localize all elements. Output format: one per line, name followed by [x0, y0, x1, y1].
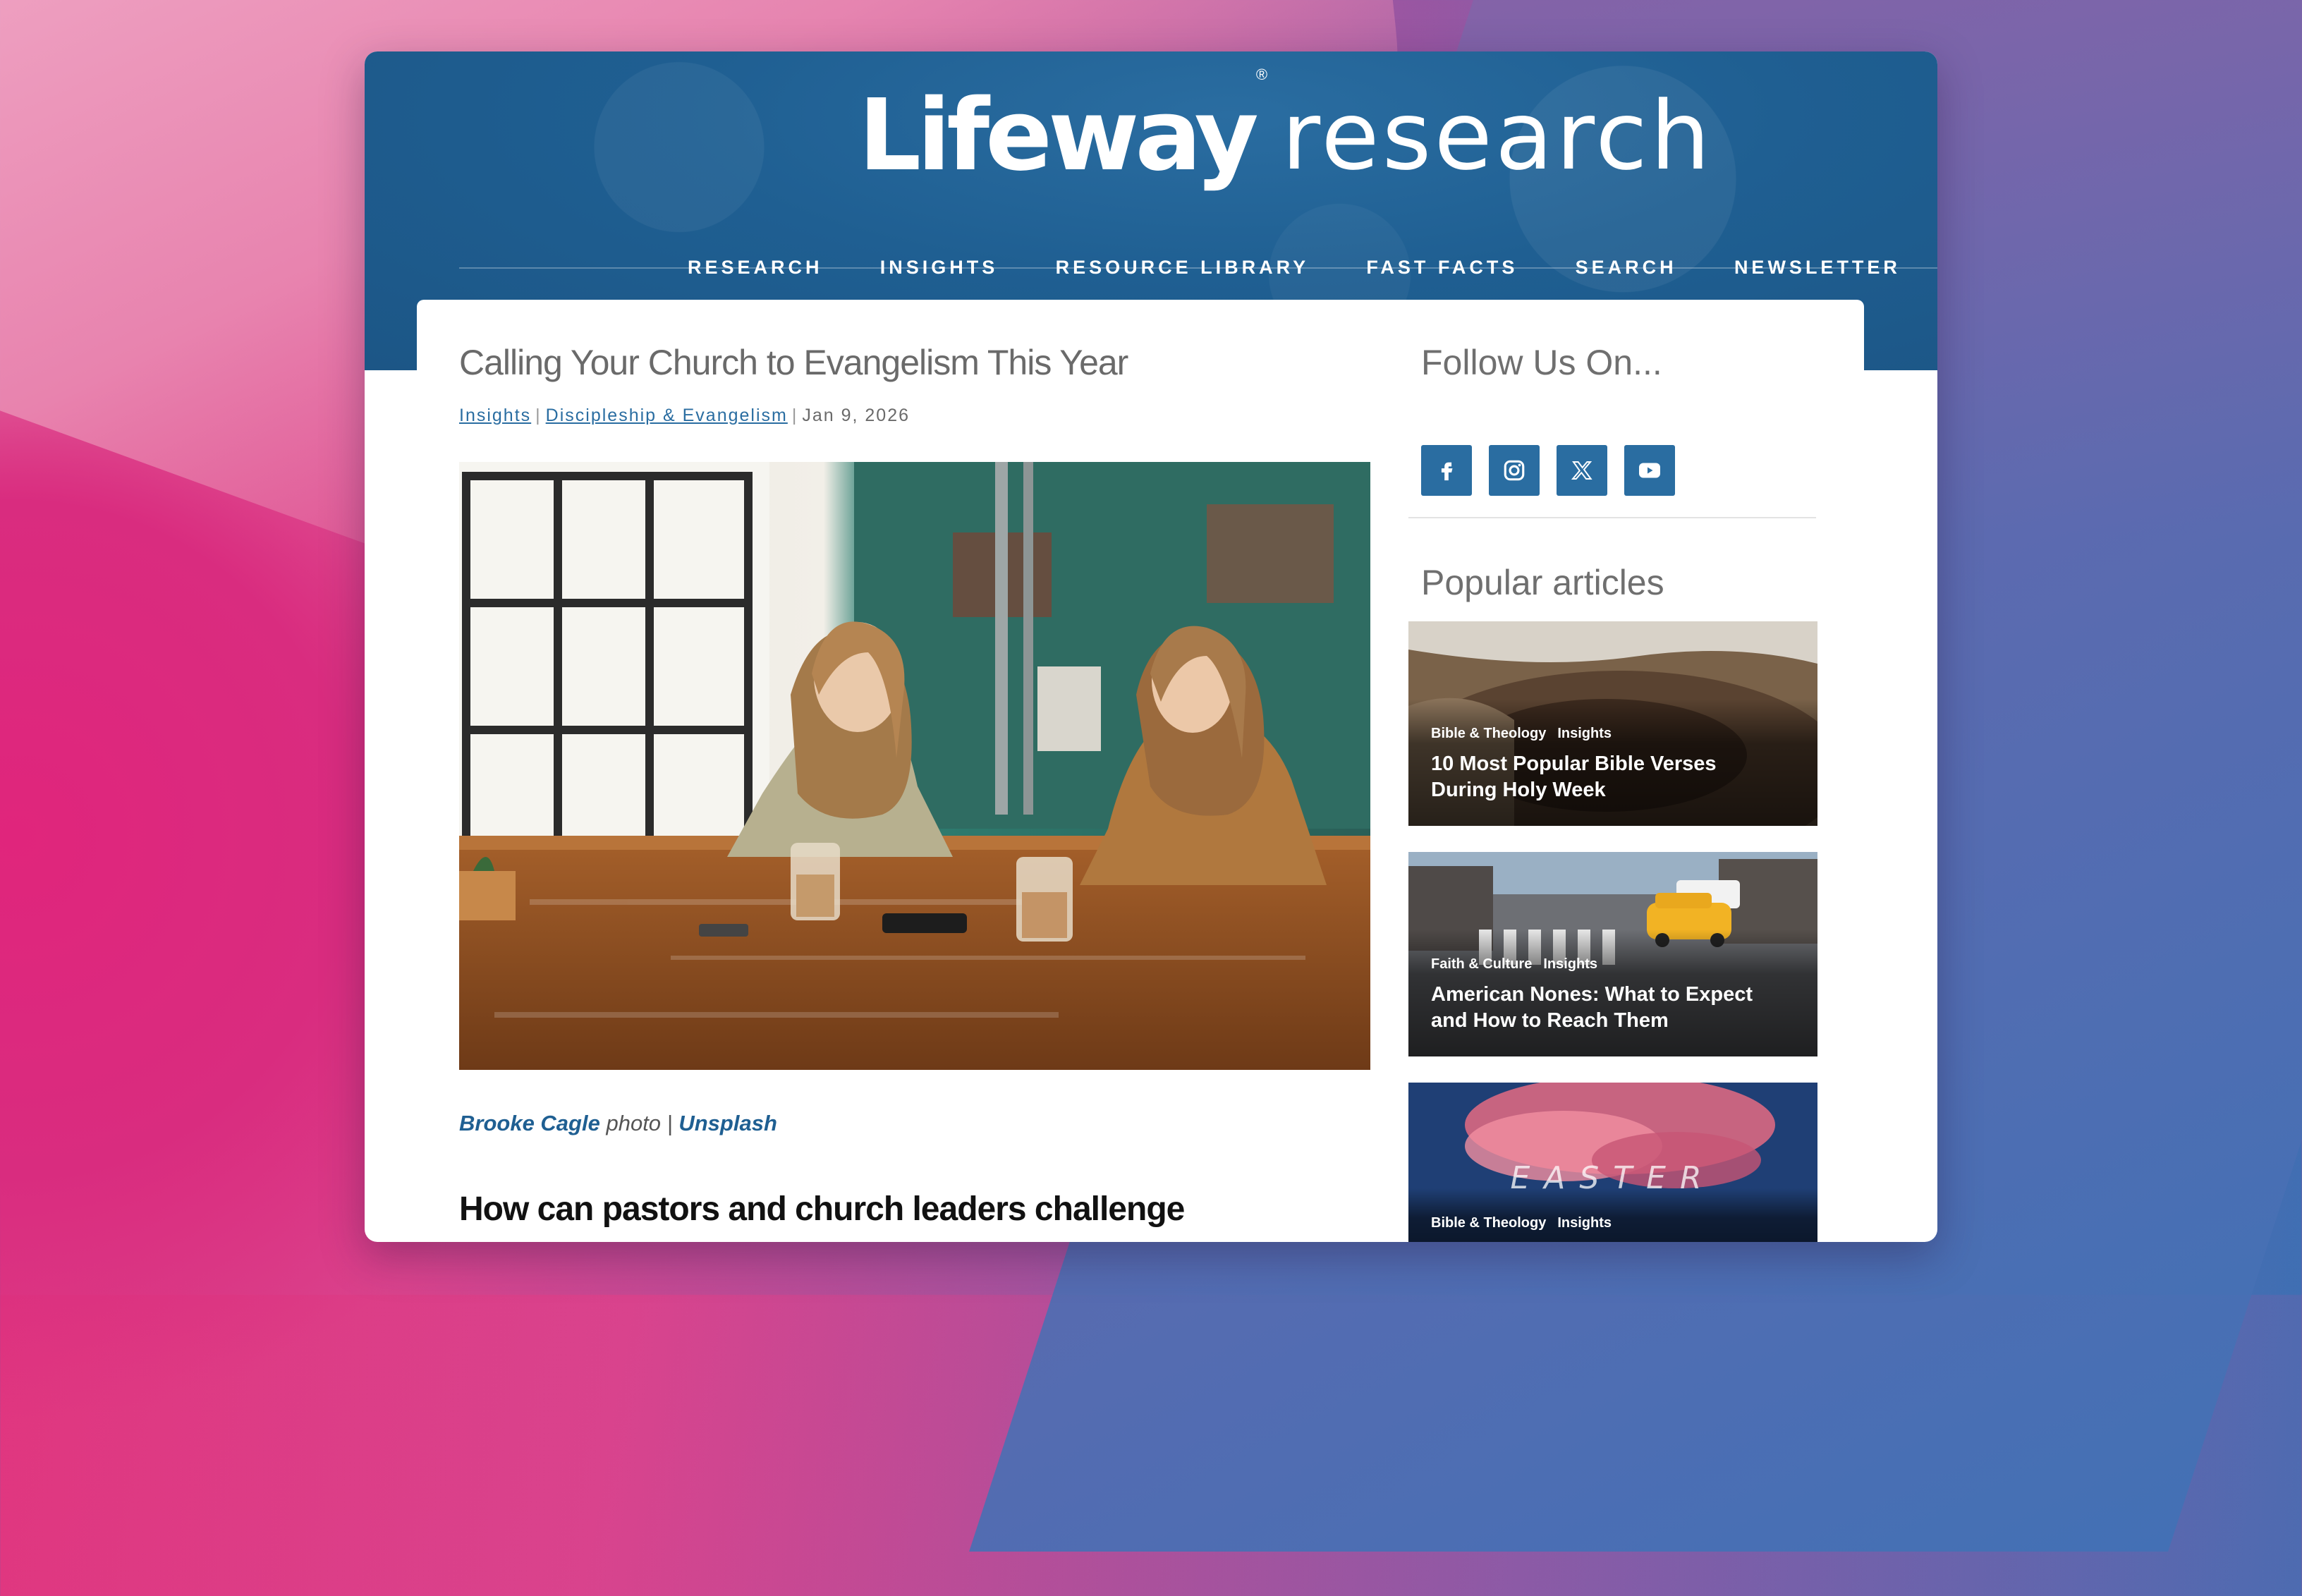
youtube-icon: [1639, 463, 1660, 478]
category-link-insights[interactable]: Insights: [459, 406, 531, 425]
registered-mark-icon: ®: [1255, 66, 1268, 83]
hero-photo-illustration: [459, 462, 1370, 1070]
photo-author-link[interactable]: Brooke Cagle: [459, 1111, 600, 1135]
hero-image: [459, 462, 1370, 1070]
card-tags: Faith & Culture Insights: [1431, 956, 1609, 973]
card-tag[interactable]: Insights: [1557, 1215, 1612, 1231]
card-tag[interactable]: Bible & Theology: [1431, 726, 1546, 741]
card-tag[interactable]: Insights: [1557, 726, 1612, 741]
photo-credit-word: photo: [606, 1111, 662, 1135]
card-title[interactable]: 10 Most Popular Bible Verses During Holy…: [1431, 751, 1784, 803]
photo-source-link[interactable]: Unsplash: [678, 1111, 777, 1135]
meta-separator: |: [535, 406, 542, 425]
article-meta: Insights | Discipleship & Evangelism | Jan 9…: [459, 406, 910, 426]
article-title: Calling Your Church to Evangelism This Y…: [459, 343, 1128, 382]
card-title[interactable]: American Nones: What to Expect and How t…: [1431, 982, 1784, 1034]
logo-product: research: [1281, 81, 1713, 191]
follow-heading: Follow Us On...: [1421, 343, 1662, 382]
social-links: [1421, 445, 1675, 496]
content-area: Calling Your Church to Evangelism This Y…: [417, 300, 1864, 1242]
popular-heading: Popular articles: [1421, 563, 1664, 602]
photo-credit: Brooke Cagle photo | Unsplash: [459, 1111, 777, 1136]
card-tags: Bible & Theology Insights: [1431, 726, 1623, 742]
card-tag[interactable]: Bible & Theology: [1431, 1215, 1546, 1231]
instagram-button[interactable]: [1489, 445, 1540, 496]
sidebar-divider: [1408, 517, 1816, 518]
category-link-discipleship[interactable]: Discipleship & Evangelism: [546, 406, 788, 425]
logo-brand: Lifeway: [858, 78, 1259, 193]
youtube-button[interactable]: [1624, 445, 1675, 496]
photo-credit-separator: |: [666, 1111, 673, 1135]
popular-article-card[interactable]: Bible & Theology Insights 10 Most Popular…: [1408, 621, 1817, 826]
facebook-icon: [1441, 462, 1453, 481]
card-tags: Bible & Theology Insights: [1431, 1215, 1623, 1231]
card-tag[interactable]: Faith & Culture: [1431, 956, 1532, 972]
popular-article-card[interactable]: EASTER Bible & Theology Insights: [1408, 1083, 1817, 1242]
x-button[interactable]: [1557, 445, 1607, 496]
meta-separator: |: [791, 406, 798, 425]
site-logo[interactable]: Lifeway® research: [858, 66, 1710, 207]
section-heading: How can pastors and church leaders chall…: [459, 1190, 1185, 1228]
popular-article-card[interactable]: Faith & Culture Insights American Nones: …: [1408, 852, 1817, 1056]
instagram-icon: [1504, 460, 1525, 481]
nav-divider: [459, 267, 1937, 269]
browser-window: Lifeway®research RESEARCH INSIGHTS RESOU…: [365, 51, 1937, 1242]
facebook-button[interactable]: [1421, 445, 1472, 496]
x-icon: [1571, 461, 1592, 480]
article-date: Jan 9, 2026: [802, 406, 911, 425]
card-tag[interactable]: Insights: [1543, 956, 1597, 972]
